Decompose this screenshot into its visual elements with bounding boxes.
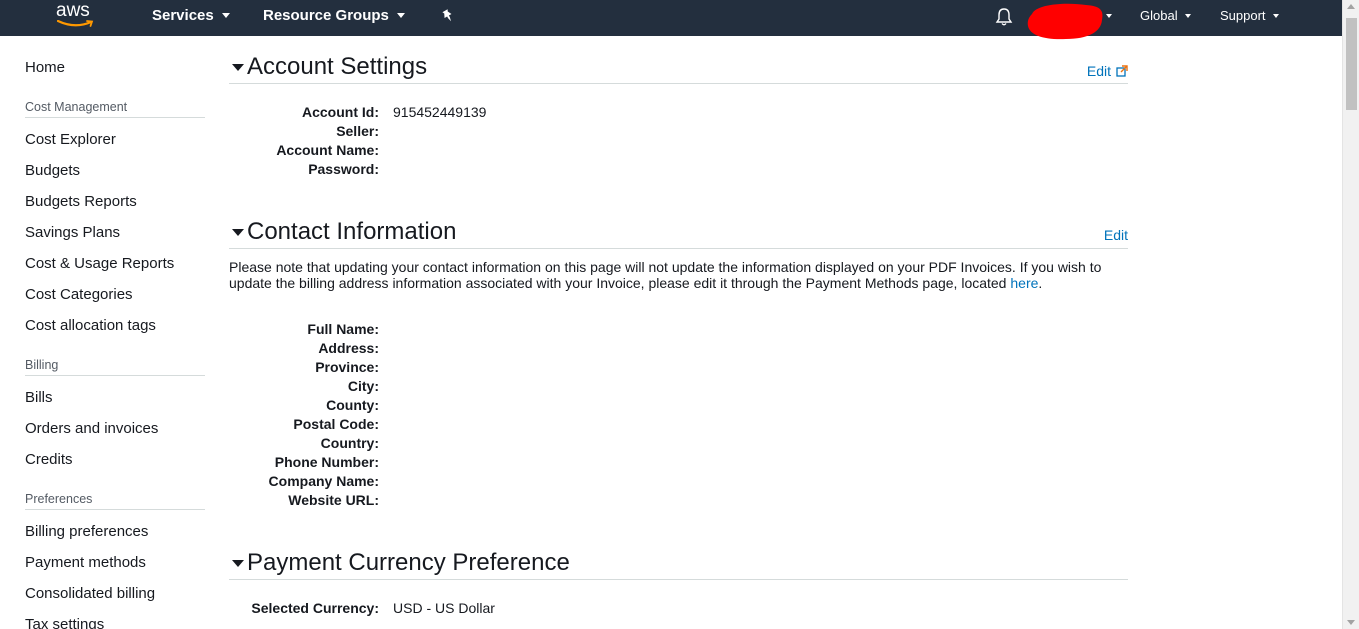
aws-logo-text: aws: [56, 0, 90, 21]
payment-methods-here-link[interactable]: here: [1010, 275, 1038, 291]
city-label: City:: [347, 378, 379, 394]
region-label: Global: [1140, 8, 1178, 23]
sidebar: Home Cost Management Cost Explorer Budge…: [0, 36, 215, 629]
sidebar-item-consolidated-billing[interactable]: Consolidated billing: [25, 585, 155, 602]
account-settings-title: Account Settings: [247, 53, 428, 80]
region-menu[interactable]: Global: [1140, 0, 1191, 36]
contact-information-header: Contact Information Edit: [229, 201, 1128, 249]
sidebar-section-preferences: Preferences: [25, 492, 205, 510]
account-id-label: Account Id:: [302, 104, 379, 120]
sidebar-item-cost-allocation-tags[interactable]: Cost allocation tags: [25, 317, 156, 334]
resource-groups-label: Resource Groups: [263, 7, 389, 24]
payment-currency-title: Payment Currency Preference: [247, 549, 570, 576]
chevron-down-icon: [221, 12, 230, 18]
chevron-down-icon: [396, 12, 405, 18]
account-settings-edit-link[interactable]: Edit: [1087, 63, 1128, 79]
sidebar-item-cost-explorer[interactable]: Cost Explorer: [25, 131, 116, 148]
support-menu[interactable]: Support: [1220, 0, 1279, 36]
page-scrollbar[interactable]: [1342, 0, 1359, 629]
contact-information-edit-link[interactable]: Edit: [1104, 227, 1128, 243]
notice-text: Please note that updating your contact i…: [229, 259, 1102, 291]
sidebar-item-cost-usage-reports[interactable]: Cost & Usage Reports: [25, 255, 174, 272]
chevron-down-icon: [1184, 13, 1191, 18]
website-url-label: Website URL:: [288, 492, 379, 508]
pin-icon[interactable]: [440, 8, 456, 24]
notice-end: .: [1038, 275, 1043, 291]
sidebar-item-bills[interactable]: Bills: [25, 389, 53, 406]
collapse-triangle-icon[interactable]: [232, 229, 244, 236]
aws-logo[interactable]: aws: [56, 0, 98, 32]
sidebar-item-billing-preferences[interactable]: Billing preferences: [25, 523, 148, 540]
account-id-value: 915452449139: [393, 104, 487, 120]
edit-label: Edit: [1086, 63, 1111, 79]
sidebar-item-tax-settings[interactable]: Tax settings: [25, 616, 104, 629]
sidebar-section-billing: Billing: [25, 358, 205, 376]
selected-currency-value: USD - US Dollar: [393, 600, 495, 616]
account-name-label: Account Name:: [276, 142, 379, 158]
address-label: Address:: [318, 340, 379, 356]
scroll-up-arrow-icon[interactable]: [1347, 4, 1355, 9]
sidebar-section-cost-management: Cost Management: [25, 100, 205, 118]
seller-label: Seller:: [336, 123, 379, 139]
collapse-triangle-icon[interactable]: [232, 560, 244, 567]
selected-currency-label: Selected Currency:: [251, 600, 379, 616]
sidebar-item-cost-categories[interactable]: Cost Categories: [25, 286, 133, 303]
phone-number-label: Phone Number:: [274, 454, 379, 470]
contact-information-title: Contact Information: [247, 218, 457, 245]
sidebar-item-credits[interactable]: Credits: [25, 451, 73, 468]
scroll-down-arrow-icon[interactable]: [1347, 620, 1355, 625]
main-content: Account Settings Edit Account Id: 915452…: [229, 36, 1129, 629]
aws-smile-icon: [57, 20, 94, 27]
county-label: County:: [326, 397, 379, 413]
province-label: Province:: [315, 359, 379, 375]
external-link-icon: [1116, 65, 1128, 77]
sidebar-item-payment-methods[interactable]: Payment methods: [25, 554, 146, 571]
sidebar-item-budgets[interactable]: Budgets: [25, 162, 80, 179]
bell-icon[interactable]: [995, 7, 1013, 27]
country-label: Country:: [320, 435, 379, 451]
sidebar-item-home[interactable]: Home: [25, 59, 65, 76]
payment-currency-header: Payment Currency Preference: [229, 532, 1128, 580]
account-settings-header: Account Settings Edit: [229, 36, 1128, 84]
top-navigation: aws Services Resource Groups Global Supp…: [0, 0, 1359, 40]
chevron-down-icon: [1272, 13, 1279, 18]
sidebar-item-budgets-reports[interactable]: Budgets Reports: [25, 193, 137, 210]
company-name-label: Company Name:: [268, 473, 379, 489]
support-label: Support: [1220, 8, 1266, 23]
scrollbar-thumb[interactable]: [1346, 18, 1357, 110]
collapse-triangle-icon[interactable]: [232, 64, 244, 71]
postal-code-label: Postal Code:: [293, 416, 379, 432]
sidebar-item-savings-plans[interactable]: Savings Plans: [25, 224, 120, 241]
services-menu[interactable]: Services: [152, 0, 230, 36]
full-name-label: Full Name:: [307, 321, 379, 337]
contact-update-notice: Please note that updating your contact i…: [229, 259, 1119, 291]
password-label: Password:: [308, 161, 379, 177]
services-label: Services: [152, 7, 214, 24]
account-chevron-down-icon[interactable]: [1106, 14, 1112, 18]
resource-groups-menu[interactable]: Resource Groups: [263, 0, 405, 36]
sidebar-item-orders-invoices[interactable]: Orders and invoices: [25, 420, 158, 437]
